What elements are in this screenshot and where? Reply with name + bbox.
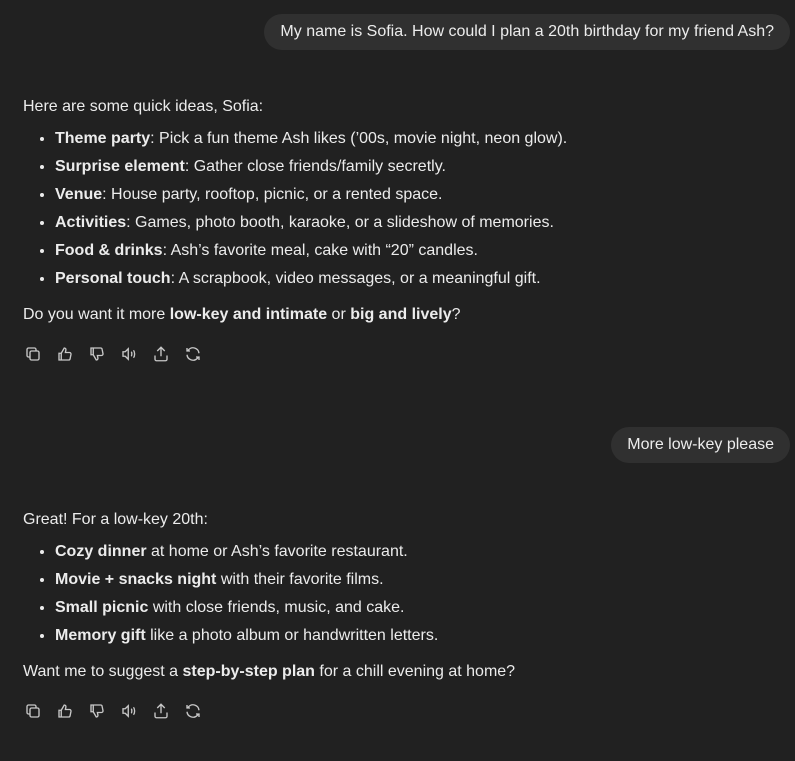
share-icon[interactable] bbox=[151, 344, 171, 364]
assistant-intro: Here are some quick ideas, Sofia: bbox=[23, 98, 264, 115]
list-item: Memory gift like a photo album or handwr… bbox=[55, 622, 773, 650]
regenerate-icon[interactable] bbox=[183, 701, 203, 721]
list-item: Cozy dinner at home or Ash’s favorite re… bbox=[55, 538, 773, 566]
assistant-closing: Do you want it more low-key and intimate… bbox=[23, 306, 461, 323]
message-actions-1 bbox=[23, 344, 203, 364]
user-message-text: My name is Sofia. How could I plan a 20t… bbox=[280, 23, 774, 40]
list-item: Surprise element: Gather close friends/f… bbox=[55, 153, 773, 181]
read-aloud-icon[interactable] bbox=[119, 701, 139, 721]
user-message-2: More low-key please bbox=[611, 427, 790, 463]
assistant-closing: Want me to suggest a step-by-step plan f… bbox=[23, 663, 516, 680]
copy-icon[interactable] bbox=[23, 701, 43, 721]
list-item: Personal touch: A scrapbook, video messa… bbox=[55, 265, 773, 293]
thumbs-up-icon[interactable] bbox=[55, 701, 75, 721]
message-actions-2 bbox=[23, 701, 203, 721]
idea-list: Cozy dinner at home or Ash’s favorite re… bbox=[23, 538, 773, 650]
user-message-1: My name is Sofia. How could I plan a 20t… bbox=[264, 14, 790, 50]
read-aloud-icon[interactable] bbox=[119, 344, 139, 364]
list-item: Theme party: Pick a fun theme Ash likes … bbox=[55, 125, 773, 153]
list-item: Activities: Games, photo booth, karaoke,… bbox=[55, 209, 773, 237]
thumbs-up-icon[interactable] bbox=[55, 344, 75, 364]
thumbs-down-icon[interactable] bbox=[87, 701, 107, 721]
idea-list: Theme party: Pick a fun theme Ash likes … bbox=[23, 125, 773, 293]
share-icon[interactable] bbox=[151, 701, 171, 721]
list-item: Food & drinks: Ash’s favorite meal, cake… bbox=[55, 237, 773, 265]
list-item: Movie + snacks night with their favorite… bbox=[55, 566, 773, 594]
list-item: Small picnic with close friends, music, … bbox=[55, 594, 773, 622]
list-item: Venue: House party, rooftop, picnic, or … bbox=[55, 181, 773, 209]
user-message-text: More low-key please bbox=[627, 436, 774, 453]
regenerate-icon[interactable] bbox=[183, 344, 203, 364]
assistant-intro: Great! For a low-key 20th: bbox=[23, 511, 208, 528]
assistant-message-2: Great! For a low-key 20th: Cozy dinner a… bbox=[23, 506, 773, 686]
assistant-message-1: Here are some quick ideas, Sofia: Theme … bbox=[23, 93, 773, 329]
thumbs-down-icon[interactable] bbox=[87, 344, 107, 364]
copy-icon[interactable] bbox=[23, 344, 43, 364]
